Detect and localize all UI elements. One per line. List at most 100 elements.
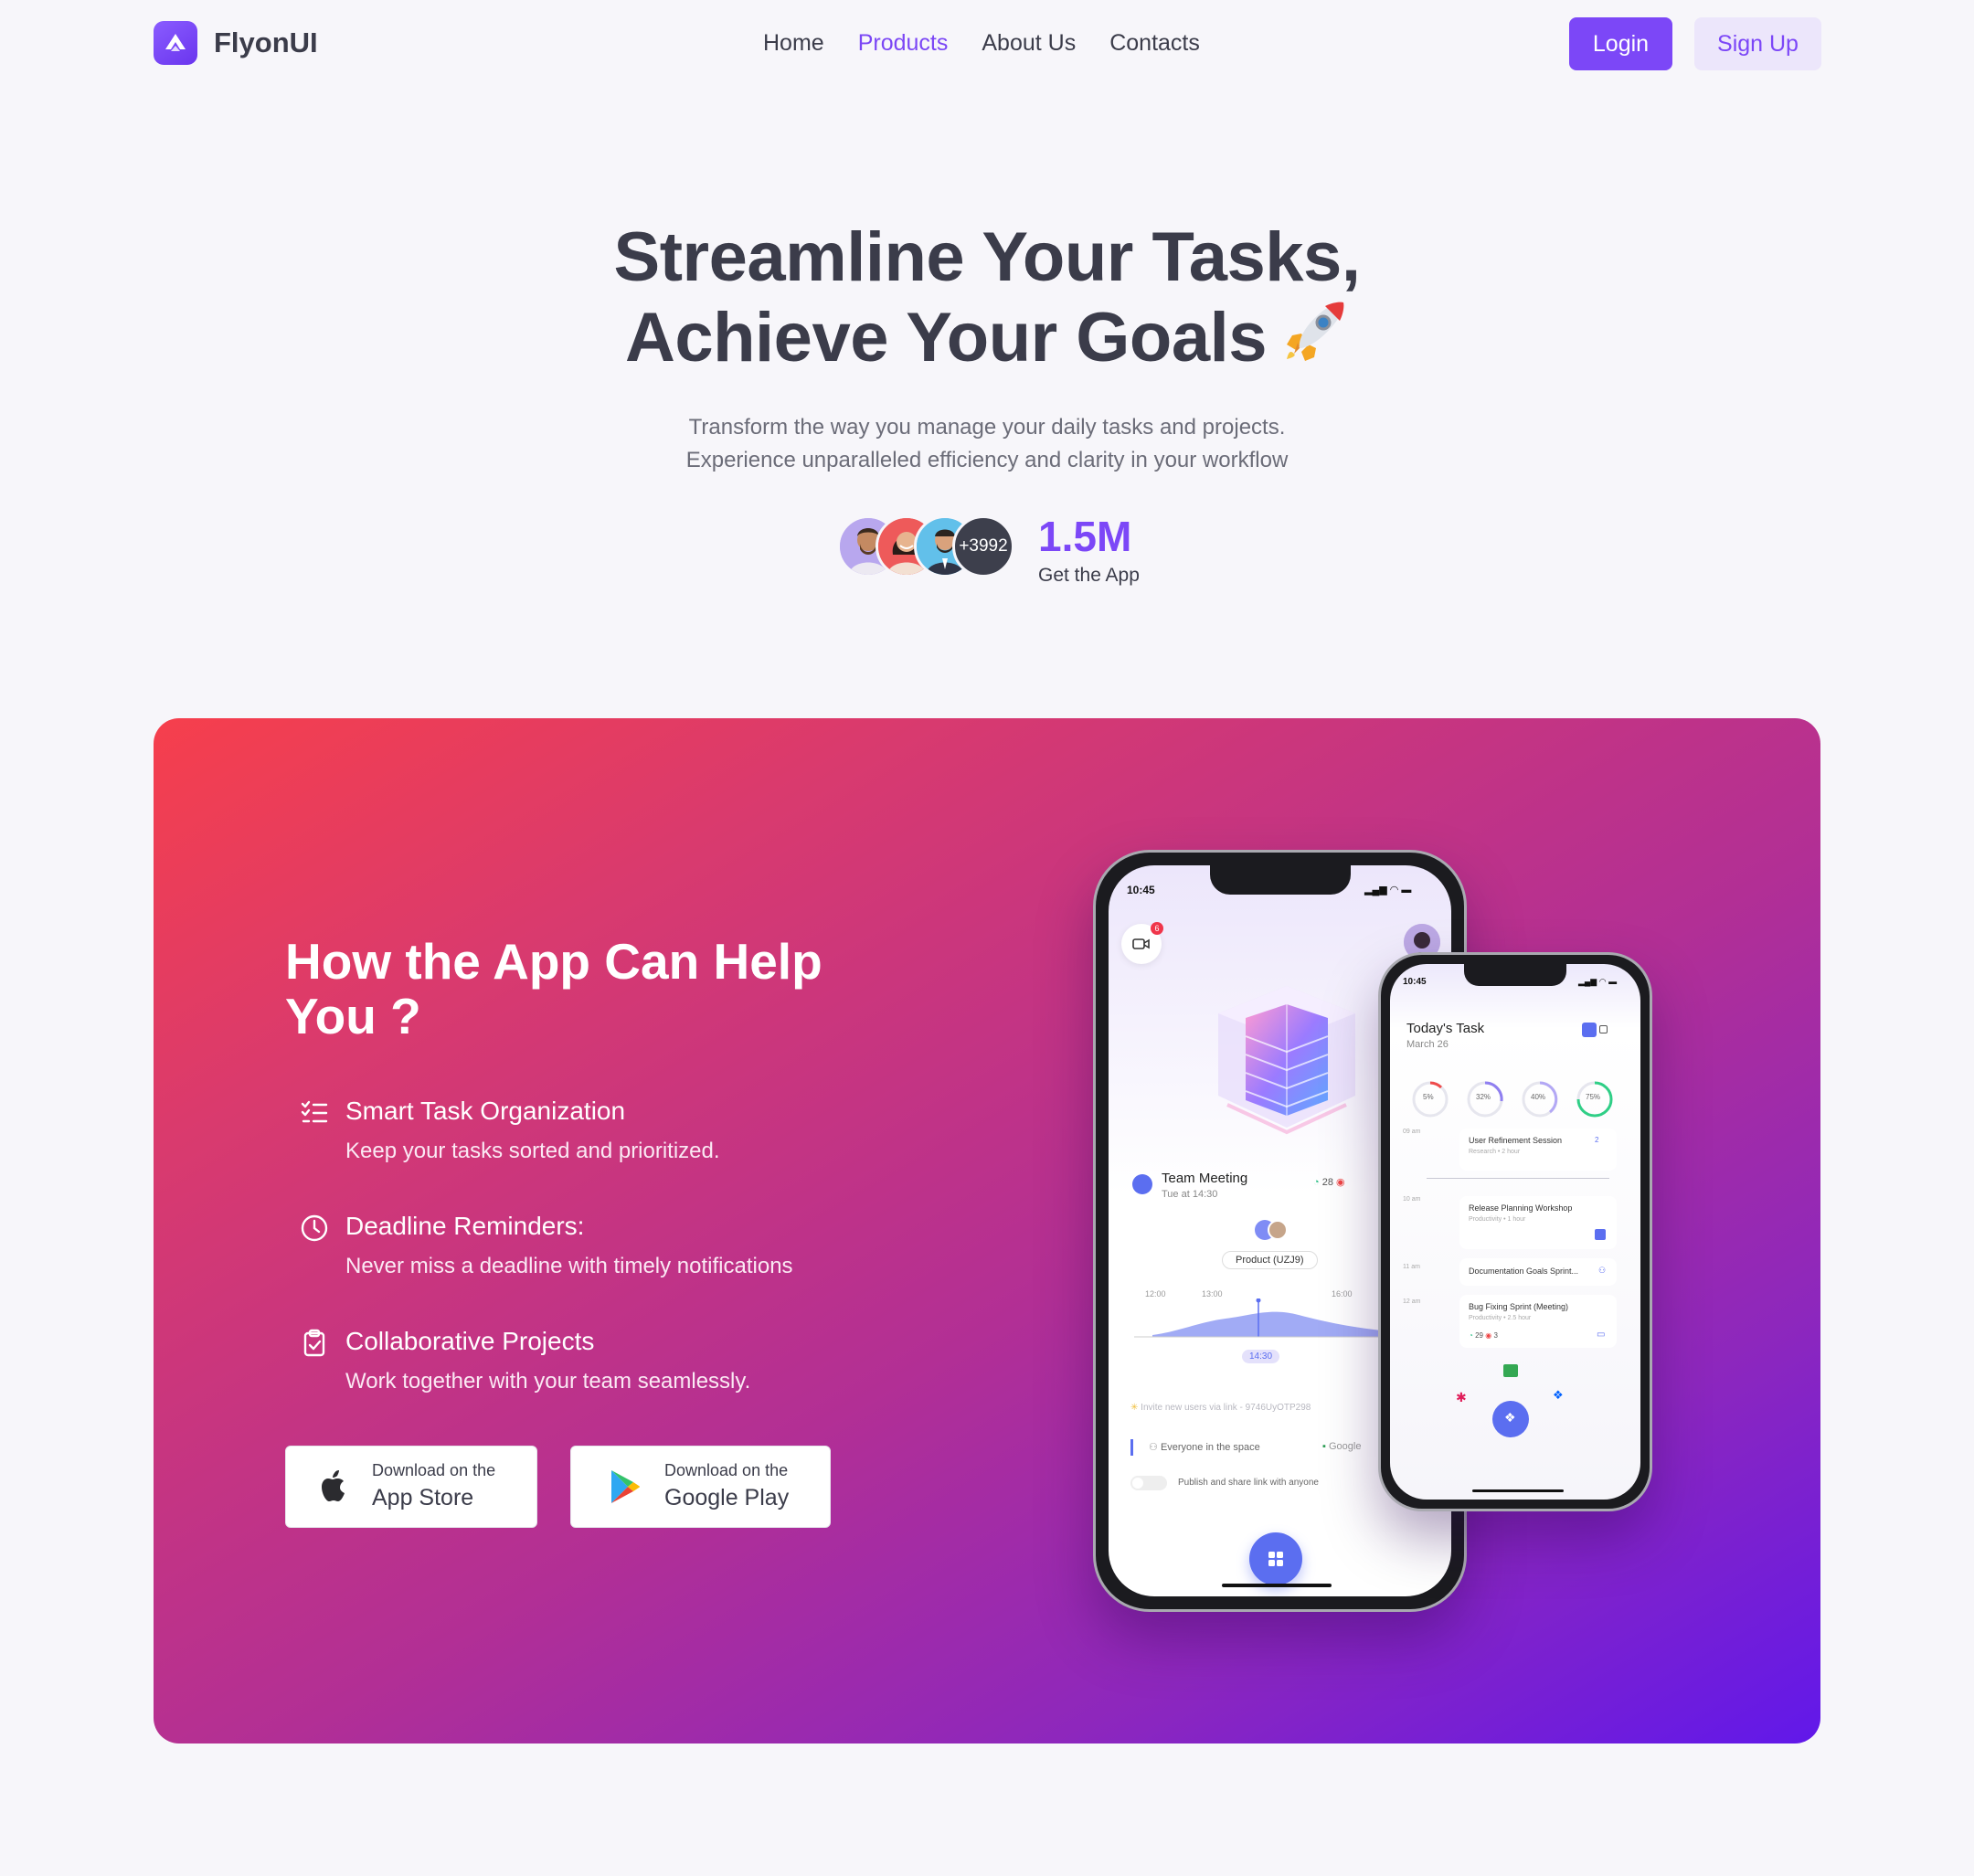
- status-time: 10:45: [1403, 977, 1427, 987]
- downloads-stat-value: 1.5M: [1038, 513, 1132, 560]
- phone-notch: [1209, 865, 1351, 895]
- google-play-icon: [604, 1467, 644, 1507]
- hero-subtitle-line2: Experience unparalleled efficiency and c…: [685, 448, 1289, 472]
- nav-link-contacts[interactable]: Contacts: [1109, 30, 1200, 57]
- hero-title-line2: Achieve Your Goals: [624, 299, 1268, 376]
- publish-text: Publish and share link with anyone: [1178, 1478, 1319, 1488]
- task-count: 2: [1595, 1136, 1599, 1144]
- progress-label: 75%: [1586, 1093, 1601, 1101]
- feature-title: Smart Task Organization: [345, 1097, 626, 1125]
- app-store-line1: Download on the: [372, 1461, 496, 1479]
- task-card[interactable]: Bug Fixing Sprint (Meeting) Productivity…: [1459, 1295, 1617, 1348]
- status-time: 10:45: [1127, 884, 1155, 896]
- meeting-title: Team Meeting: [1162, 1171, 1248, 1186]
- progress-ring: [1520, 1079, 1560, 1124]
- clipboard-check-icon: [300, 1329, 329, 1358]
- space-marker: [1130, 1439, 1133, 1456]
- google-chip[interactable]: ▪ Google: [1322, 1441, 1361, 1452]
- product-chip[interactable]: Product (UZJ9): [1222, 1251, 1318, 1269]
- rocket-icon: [1281, 297, 1349, 365]
- status-icons: ▂▄▆ ◠ ▬: [1578, 977, 1618, 986]
- server-illustration: [1200, 968, 1374, 1146]
- signup-button[interactable]: Sign Up: [1694, 17, 1821, 70]
- progress-label: 40%: [1531, 1093, 1546, 1101]
- hour-label: 11 am: [1403, 1264, 1420, 1270]
- feature-title: Collaborative Projects: [345, 1327, 595, 1355]
- grid-icon: [1268, 1551, 1284, 1572]
- meeting-icon: [1132, 1174, 1152, 1194]
- task-card[interactable]: Documentation Goals Sprint... ⚇: [1459, 1258, 1617, 1286]
- avatar-more-count[interactable]: +3992: [952, 515, 1014, 578]
- teams-icon: ⚇: [1598, 1266, 1607, 1275]
- view-toggle[interactable]: [1582, 1023, 1611, 1039]
- chart-marker: 14:30: [1242, 1350, 1280, 1363]
- feature-title: Deadline Reminders:: [345, 1212, 585, 1240]
- nav-link-about-us[interactable]: About Us: [982, 30, 1076, 57]
- hero-title-line1: Streamline Your Tasks,: [613, 218, 1361, 296]
- feature-description: Keep your tasks sorted and prioritized.: [345, 1139, 720, 1163]
- slack-icon[interactable]: ✱: [1456, 1390, 1467, 1405]
- chart-tick: 13:00: [1202, 1289, 1223, 1298]
- login-button[interactable]: Login: [1569, 17, 1672, 70]
- chart-tick: 16:00: [1332, 1289, 1353, 1298]
- today-task-date: March 26: [1406, 1039, 1449, 1050]
- task-title: Release Planning Workshop: [1469, 1203, 1573, 1213]
- hour-label: 12 am: [1403, 1298, 1421, 1305]
- meeting-count: ◔ 28 ◉: [1313, 1177, 1345, 1188]
- participants-icon: [1255, 1220, 1291, 1242]
- task-card[interactable]: User Refinement Session Research • 2 hou…: [1459, 1129, 1617, 1171]
- clock-icon: [300, 1214, 329, 1243]
- home-indicator: [1222, 1584, 1332, 1587]
- phone-mockup-small: 10:45 ▂▄▆ ◠ ▬ Today's Task March 26 5% 3…: [1378, 952, 1652, 1511]
- home-indicator: [1472, 1489, 1564, 1492]
- integrations-button[interactable]: ❖: [1492, 1401, 1529, 1437]
- app-store-line2: App Store: [372, 1485, 474, 1510]
- meeting-time: Tue at 14:30: [1162, 1189, 1218, 1200]
- calendar-icon: [1595, 1229, 1606, 1240]
- task-title: User Refinement Session: [1469, 1136, 1563, 1145]
- progress-ring: [1465, 1079, 1505, 1124]
- task-meta: Productivity • 1 hour: [1469, 1216, 1526, 1223]
- progress-label: 5%: [1423, 1093, 1434, 1101]
- social-proof: +3992 1.5M Get the App: [837, 512, 1148, 586]
- google-play-line2: Google Play: [664, 1485, 790, 1510]
- task-counts: ◔ 29 ◉ 3: [1469, 1331, 1498, 1340]
- video-call-button[interactable]: 6: [1121, 922, 1163, 964]
- notification-badge: 6: [1151, 922, 1163, 935]
- brand-name: FlyonUI: [214, 26, 318, 58]
- task-card[interactable]: Release Planning Workshop Productivity •…: [1459, 1196, 1617, 1249]
- video-icon: [1132, 937, 1151, 956]
- activity-chart: [1125, 1298, 1390, 1349]
- progress-ring: [1575, 1079, 1615, 1124]
- space-text: ⚇ Everyone in the space: [1149, 1442, 1260, 1453]
- hour-label: 10 am: [1403, 1196, 1421, 1203]
- apple-icon: [313, 1467, 354, 1507]
- google-meet-icon[interactable]: [1503, 1364, 1518, 1377]
- apps-grid-button[interactable]: [1249, 1532, 1302, 1585]
- main-menu: Home Products About Us Contacts: [763, 30, 1234, 57]
- dropbox-icon[interactable]: ❖: [1553, 1388, 1564, 1403]
- navbar: FlyonUI Home Products About Us Contacts …: [154, 17, 1821, 70]
- google-play-button[interactable]: Download on the Google Play: [570, 1446, 831, 1528]
- nav-link-home[interactable]: Home: [763, 30, 824, 57]
- downloads-stat-label: Get the App: [1038, 565, 1140, 586]
- hero-subtitle-line1: Transform the way you manage your daily …: [688, 415, 1286, 440]
- publish-toggle[interactable]: [1130, 1476, 1167, 1490]
- apps-icon: ❖: [1504, 1410, 1516, 1425]
- app-store-button[interactable]: Download on the App Store: [285, 1446, 537, 1528]
- section-title: How the App Can Help You ?: [285, 933, 822, 1044]
- nav-link-products[interactable]: Products: [858, 30, 949, 57]
- brand[interactable]: FlyonUI: [154, 21, 318, 65]
- brand-logo-icon: [154, 21, 197, 65]
- progress-ring: [1410, 1079, 1450, 1124]
- video-icon: ▭: [1597, 1330, 1606, 1340]
- hero-title: Streamline Your Tasks, Achieve Your Goal…: [439, 217, 1535, 377]
- phone-notch: [1464, 964, 1566, 986]
- checklist-icon: [300, 1098, 329, 1128]
- invite-link-text[interactable]: ✳ Invite new users via link - 9746UyOTP2…: [1130, 1403, 1311, 1413]
- feature-description: Work together with your team seamlessly.: [345, 1369, 751, 1394]
- today-task-title: Today's Task: [1406, 1021, 1485, 1036]
- app-features-section: How the App Can Help You ? Smart Task Or…: [154, 718, 1820, 1744]
- task-meta: Productivity • 2.5 hour: [1469, 1315, 1532, 1321]
- task-title: Documentation Goals Sprint...: [1469, 1267, 1579, 1276]
